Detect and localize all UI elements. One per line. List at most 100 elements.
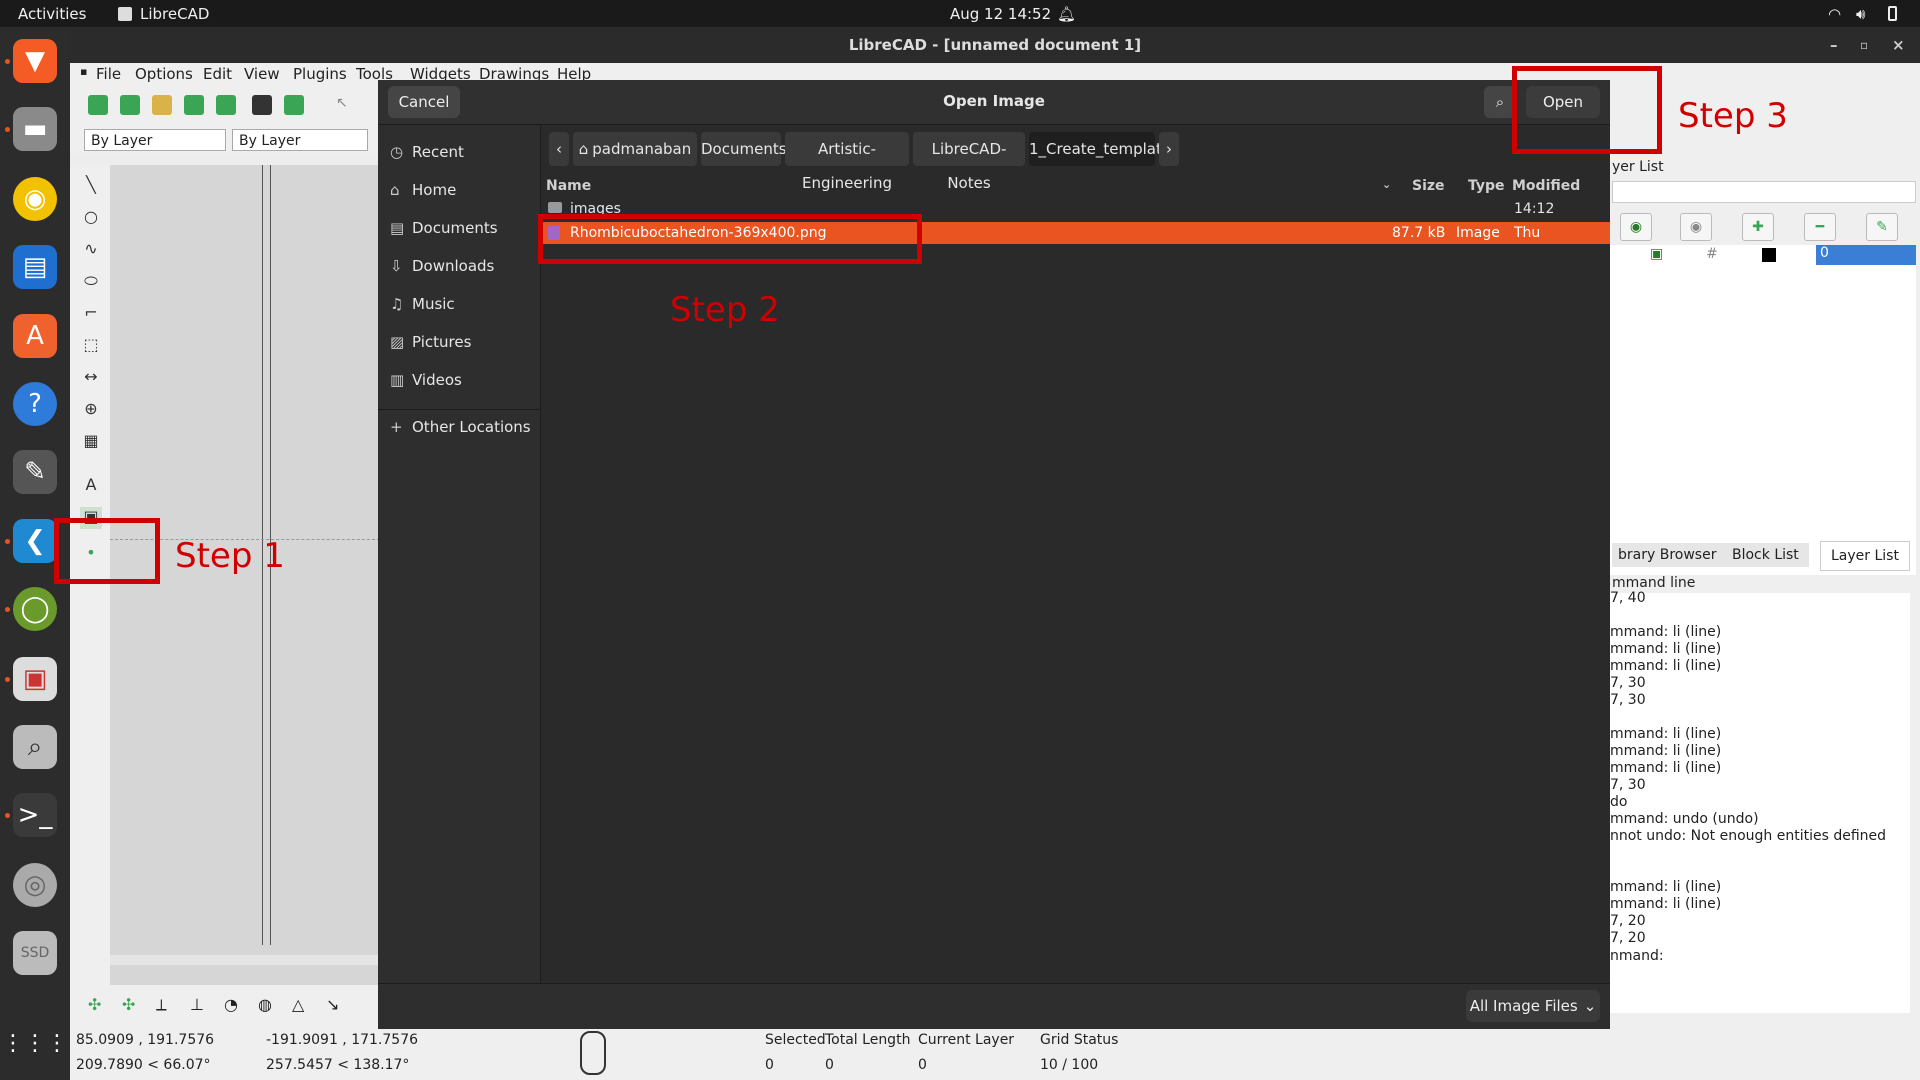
modify-tool-icon[interactable]: ⊕ bbox=[80, 399, 102, 421]
terminal-icon[interactable]: >_ bbox=[13, 793, 57, 837]
remove-layer-icon[interactable]: ━ bbox=[1804, 213, 1836, 241]
dimension-tool-icon[interactable]: ↔ bbox=[80, 367, 102, 389]
app-menu-icon[interactable]: ▪ bbox=[80, 65, 87, 78]
new-template-icon[interactable] bbox=[120, 95, 140, 115]
close-icon[interactable]: × bbox=[1892, 27, 1905, 63]
snap-grid-icon[interactable]: ✣ bbox=[122, 995, 135, 1014]
minimize-icon[interactable]: – bbox=[1830, 27, 1838, 63]
activities-button[interactable]: Activities bbox=[18, 5, 86, 23]
rhythmbox-icon[interactable]: ◉ bbox=[13, 177, 57, 221]
sidebar-item-recent[interactable]: ◷ Recent bbox=[390, 135, 464, 169]
log-line: mmand: li (line) bbox=[1610, 760, 1722, 776]
snap-endpoint-icon[interactable]: ⟂ bbox=[156, 995, 167, 1015]
snap-intersection-icon[interactable]: ↘ bbox=[326, 995, 339, 1014]
add-layer-icon[interactable]: ✚ bbox=[1742, 213, 1774, 241]
writer-icon[interactable]: ▤ bbox=[13, 245, 57, 289]
volume-icon[interactable]: 🔊︎ bbox=[1856, 5, 1865, 23]
app-name-label[interactable]: LibreCAD bbox=[140, 5, 209, 23]
show-all-layers-icon[interactable]: ◉ bbox=[1620, 213, 1652, 241]
app-center-icon[interactable]: A bbox=[13, 314, 57, 358]
layer-name[interactable]: 0 bbox=[1816, 245, 1916, 265]
measure-tool-icon[interactable]: ▦ bbox=[80, 431, 102, 453]
sort-chevron-icon[interactable]: ⌄ bbox=[1382, 178, 1391, 191]
tab-layer-list[interactable]: Layer List bbox=[1820, 541, 1910, 571]
crumb-artistic-engineering[interactable]: Artistic-Engineering bbox=[785, 132, 909, 192]
layer-row[interactable]: ▣ # 0 bbox=[1610, 245, 1916, 265]
sidebar-item-other-locations[interactable]: + Other Locations bbox=[390, 410, 531, 444]
save-all-icon[interactable] bbox=[216, 95, 236, 115]
snap-distance-icon[interactable]: △ bbox=[292, 995, 304, 1014]
column-type[interactable]: Type bbox=[1468, 178, 1505, 194]
lock-layer-icon[interactable]: # bbox=[1706, 246, 1718, 262]
menu-file[interactable]: File bbox=[96, 65, 121, 83]
linetype-combo[interactable]: By Layer bbox=[232, 129, 368, 151]
crumb-home[interactable]: ⌂ padmanaban bbox=[573, 132, 697, 166]
circle-tool-icon[interactable]: ○ bbox=[80, 207, 102, 229]
new-file-icon[interactable] bbox=[88, 95, 108, 115]
wifi-icon[interactable]: ◠ bbox=[1828, 5, 1841, 23]
sidebar-item-documents[interactable]: ▤ Documents bbox=[390, 211, 498, 245]
select-tool-icon[interactable]: ⬚ bbox=[80, 335, 102, 357]
tab-block-list[interactable]: Block List bbox=[1722, 543, 1809, 567]
grid-status-label: Grid Status bbox=[1040, 1032, 1119, 1048]
polyline-tool-icon[interactable]: ⌐ bbox=[80, 303, 102, 325]
snap-free-icon[interactable]: ✣ bbox=[88, 995, 101, 1014]
menu-options[interactable]: Options bbox=[135, 65, 193, 83]
sidebar-item-pictures[interactable]: ▨ Pictures bbox=[390, 325, 471, 359]
pointer-icon[interactable]: ↖ bbox=[336, 95, 356, 115]
layer-filter-input[interactable] bbox=[1612, 181, 1916, 203]
column-modified[interactable]: Modified bbox=[1512, 178, 1580, 194]
hide-all-layers-icon[interactable]: ◉ bbox=[1680, 213, 1712, 241]
vscode-icon[interactable]: ❮ bbox=[13, 519, 57, 563]
librecad-dock-icon[interactable]: ◯ bbox=[13, 587, 57, 631]
clock-label[interactable]: Aug 12 14:52 bbox=[950, 5, 1051, 23]
show-apps-icon[interactable]: ⋮⋮⋮ bbox=[2, 1021, 68, 1065]
column-size[interactable]: Size bbox=[1412, 178, 1445, 194]
sidebar-item-downloads[interactable]: ⇩ Downloads bbox=[390, 249, 494, 283]
battery-icon[interactable] bbox=[1888, 6, 1897, 21]
crumb-documents[interactable]: Documents bbox=[701, 132, 787, 166]
gimp-icon[interactable]: ✎ bbox=[13, 450, 57, 494]
tab-library-browser[interactable]: brary Browser bbox=[1612, 543, 1723, 567]
layer-color-swatch[interactable] bbox=[1762, 248, 1776, 262]
sidebar-item-home[interactable]: ⌂ Home bbox=[390, 173, 456, 207]
crumb-librecad-notes[interactable]: LibreCAD-Notes bbox=[913, 132, 1025, 192]
save-icon[interactable] bbox=[184, 95, 204, 115]
crumb-current-folder[interactable]: 1_Create_template bbox=[1029, 132, 1171, 166]
horizontal-scrollbar[interactable] bbox=[110, 955, 380, 965]
edit-layer-icon[interactable]: ✎ bbox=[1866, 213, 1898, 241]
menu-view[interactable]: View bbox=[244, 65, 280, 83]
maximize-icon[interactable]: ▫ bbox=[1860, 27, 1868, 63]
print-preview-icon[interactable] bbox=[284, 95, 304, 115]
snap-middle-icon[interactable]: ◍ bbox=[258, 995, 272, 1014]
command-log: 7, 40 mmand: li (line) mmand: li (line) … bbox=[1610, 590, 1910, 1013]
command-prompt[interactable]: nmand: bbox=[1610, 948, 1664, 964]
download-icon: ⇩ bbox=[390, 257, 403, 275]
brave-icon[interactable]: ▼ bbox=[13, 39, 57, 83]
line-tool-icon[interactable]: ╲ bbox=[80, 175, 102, 197]
log-line: mmand: li (line) bbox=[1610, 726, 1722, 742]
color-combo[interactable]: By Layer bbox=[84, 129, 226, 151]
curve-tool-icon[interactable]: ∿ bbox=[80, 239, 102, 261]
column-name[interactable]: Name bbox=[546, 178, 591, 194]
image-viewer-icon[interactable]: ⌕ bbox=[13, 725, 57, 769]
open-folder-icon[interactable] bbox=[152, 95, 172, 115]
files-icon[interactable]: ▬ bbox=[13, 107, 57, 151]
menu-edit[interactable]: Edit bbox=[203, 65, 232, 83]
snap-center-icon[interactable]: ◔ bbox=[224, 995, 238, 1014]
back-chevron-icon[interactable]: ‹ bbox=[549, 132, 569, 166]
print-layer-icon[interactable]: ▣ bbox=[1650, 246, 1663, 262]
forward-chevron-icon[interactable]: › bbox=[1159, 132, 1179, 166]
document-viewer-icon[interactable]: ▣ bbox=[13, 657, 57, 701]
ssd-drive-icon[interactable]: SSD bbox=[13, 931, 57, 975]
help-icon[interactable]: ? bbox=[13, 382, 57, 426]
disk-icon[interactable]: ◎ bbox=[13, 863, 57, 907]
text-tool-icon[interactable]: A bbox=[80, 475, 102, 497]
menu-plugins[interactable]: Plugins bbox=[293, 65, 347, 83]
sidebar-item-music[interactable]: ♫ Music bbox=[390, 287, 455, 321]
sidebar-item-videos[interactable]: ▥ Videos bbox=[390, 363, 462, 397]
ellipse-tool-icon[interactable]: ⬭ bbox=[80, 271, 102, 293]
print-icon[interactable] bbox=[252, 95, 272, 115]
file-type-filter[interactable]: All Image Files ⌄ bbox=[1466, 990, 1600, 1022]
snap-entity-icon[interactable]: ⊥ bbox=[190, 995, 204, 1014]
